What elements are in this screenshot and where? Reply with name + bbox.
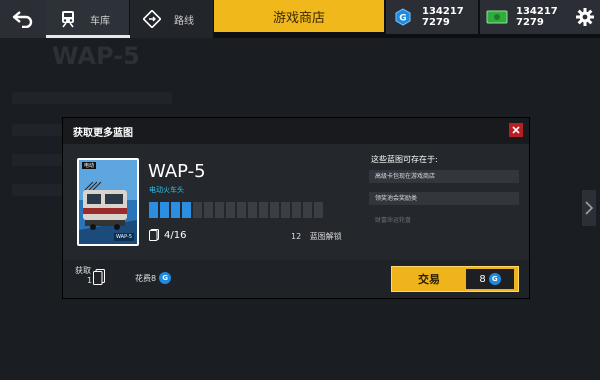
blueprint-coin-icon: G (488, 273, 501, 285)
game-shop-tab[interactable]: 游戏商店 (214, 0, 384, 32)
blueprint-count: 4/16 (149, 229, 186, 241)
close-button[interactable] (509, 123, 523, 137)
unlock-requirement: 12 蓝图解锁 (291, 231, 342, 242)
progress-segment-empty (270, 202, 279, 218)
progress-segment-empty (237, 202, 246, 218)
unlock-label: 蓝图解锁 (309, 232, 342, 241)
progress-segment-filled (149, 202, 158, 218)
obtain-info: 获取 1 (75, 266, 92, 286)
progress-segment-empty (314, 202, 323, 218)
source-item[interactable]: 领奖池会奖励类 (369, 192, 519, 205)
blueprint-card-icon (93, 269, 105, 289)
chevron-right-icon (585, 201, 593, 215)
tab-garage-label: 车库 (90, 15, 110, 27)
blueprint-sources-panel: 这些蓝图可存在于: 高级卡包现在游戏商店 领奖池会奖励类 财富命运轮盘 (363, 146, 523, 258)
blueprint-count-text: 4/16 (164, 229, 187, 241)
blueprint-currency-value: 134217 7279 (422, 6, 464, 28)
progress-segment-empty (193, 202, 202, 218)
tab-routes-label: 路线 (174, 15, 194, 27)
progress-segment-empty (303, 202, 312, 218)
blueprint-currency[interactable]: G 134217 7279 (386, 0, 478, 34)
blueprint-progress-bar (149, 202, 325, 218)
cash-icon (486, 7, 508, 27)
blueprint-currency-line2: 7279 (422, 17, 450, 28)
back-arrow-icon (12, 11, 33, 28)
blueprint-coin-icon: G (392, 7, 414, 27)
progress-segment-empty (259, 202, 268, 218)
trade-price: 8 G (466, 269, 514, 289)
get-blueprints-dialog: 获取更多蓝图 电动 WAP-5 WAP-5 电动火车头 4/16 12 蓝图解锁… (63, 118, 529, 298)
card-model-tag: WAP-5 (114, 233, 134, 241)
card-type-badge: 电动 (82, 162, 97, 169)
cash-currency-line2: 7279 (516, 17, 544, 28)
top-bar: 车库 路线 游戏商店 G 134217 7279 134217 7279 (0, 0, 600, 38)
train-card: 电动 WAP-5 (77, 158, 139, 246)
dialog-header: 获取更多蓝图 (63, 118, 529, 144)
train-illustration (79, 160, 137, 244)
next-train-arrow[interactable] (582, 190, 596, 226)
blueprint-card-icon (149, 229, 159, 241)
progress-segment-empty (226, 202, 235, 218)
progress-segment-empty (204, 202, 213, 218)
trade-cost: 花费8 G (135, 272, 172, 284)
blueprint-currency-line1: 134217 (422, 6, 464, 17)
progress-segment-filled (182, 202, 191, 218)
source-item-locked: 财富命运轮盘 (375, 217, 412, 224)
progress-segment-empty (248, 202, 257, 218)
back-button[interactable] (0, 0, 46, 38)
game-shop-label: 游戏商店 (272, 10, 325, 26)
cash-currency-value: 134217 7279 (516, 6, 558, 28)
blueprint-coin-icon: G (159, 272, 172, 284)
source-item[interactable]: 高级卡包现在游戏商店 (369, 170, 519, 183)
train-name: WAP-5 (148, 161, 206, 182)
cash-currency-line1: 134217 (516, 6, 558, 17)
background-stat-row (12, 92, 172, 104)
dialog-title: 获取更多蓝图 (73, 127, 133, 139)
unlock-count: 12 (291, 232, 302, 241)
tab-garage[interactable]: 车库 (46, 0, 130, 38)
train-type: 电动火车头 (149, 186, 184, 194)
settings-button[interactable] (570, 0, 600, 34)
svg-text:G: G (399, 14, 406, 24)
obtain-count: 1 (87, 276, 93, 285)
progress-segment-filled (171, 202, 180, 218)
progress-segment-empty (215, 202, 224, 218)
sources-title: 这些蓝图可存在于: (371, 155, 438, 164)
tab-routes[interactable]: 路线 (130, 0, 214, 38)
progress-segment-filled (160, 202, 169, 218)
trade-price-value: 8 (479, 273, 486, 285)
background-train-title: WAP-5 (52, 42, 140, 70)
trade-button[interactable]: 交易 8 G (391, 266, 519, 292)
gear-icon (576, 8, 594, 26)
cost-label: 花费8 (135, 273, 157, 283)
close-icon (512, 126, 520, 134)
train-icon (54, 0, 82, 38)
trade-button-label: 交易 (418, 273, 440, 286)
progress-segment-empty (281, 202, 290, 218)
dialog-footer: 获取 1 花费8 G 交易 8 G (63, 260, 529, 298)
progress-segment-empty (292, 202, 301, 218)
route-sign-icon (138, 0, 166, 38)
cash-currency[interactable]: 134217 7279 (480, 0, 570, 34)
obtain-label: 获取 (75, 266, 91, 275)
